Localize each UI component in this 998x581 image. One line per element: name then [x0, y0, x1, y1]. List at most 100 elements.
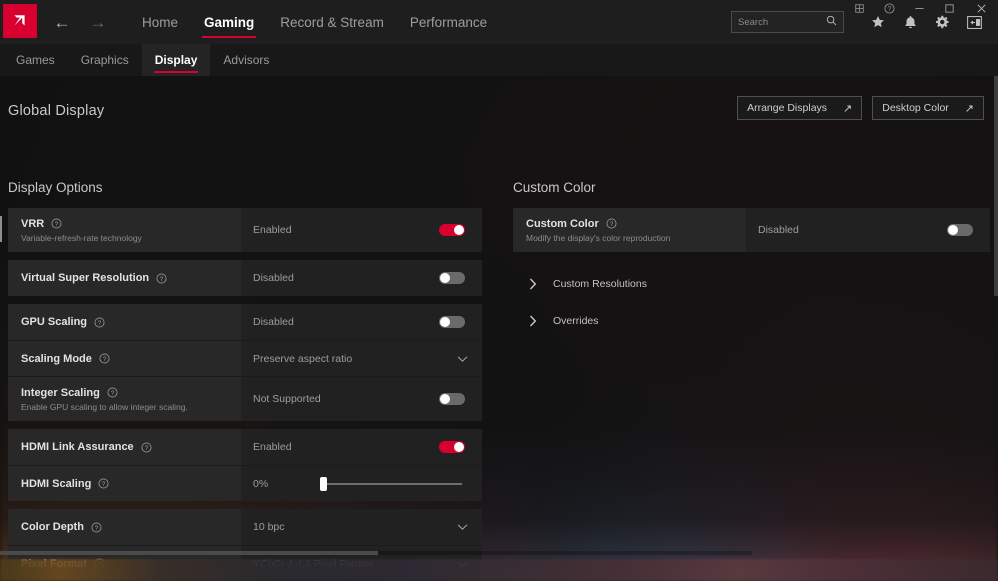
svg-text:?: ? — [160, 275, 164, 282]
maximize-button[interactable] — [934, 0, 964, 17]
horizontal-scrollbar[interactable] — [0, 551, 752, 555]
row-color-depth[interactable]: Color Depth ? 10 bpc — [8, 509, 482, 545]
row-label-cell: HDMI Link Assurance ? — [8, 429, 241, 465]
row-value-cell[interactable]: Preserve aspect ratio — [241, 341, 482, 376]
hdmi-link-assurance-toggle[interactable] — [439, 441, 465, 453]
nav-label: Performance — [409, 14, 488, 30]
hdmi-scaling-value: 0% — [253, 477, 269, 490]
nav-item-gaming[interactable]: Gaming — [191, 0, 267, 44]
vertical-scrollbar-thumb[interactable] — [994, 76, 998, 296]
help-circle-icon[interactable]: ? — [51, 218, 62, 229]
expander-overrides[interactable]: Overrides — [513, 308, 990, 334]
row-value: Enabled — [253, 224, 292, 236]
amd-radeon-logo[interactable] — [3, 4, 37, 38]
help-circle-icon[interactable]: ? — [141, 442, 152, 453]
row-label: Custom Color — [526, 217, 599, 230]
help-circle-icon[interactable]: ? — [94, 317, 105, 328]
row-label-cell: Integer Scaling ? Enable GPU scaling to … — [8, 377, 241, 421]
nav-item-performance[interactable]: Performance — [397, 0, 500, 44]
pin-button[interactable] — [844, 0, 874, 17]
desktop-color-label: Desktop Color — [882, 102, 949, 114]
tab-advisors[interactable]: Advisors — [210, 44, 282, 76]
back-button[interactable]: ← — [51, 11, 73, 33]
desktop-color-button[interactable]: Desktop Color ↗ — [872, 96, 984, 120]
toggle-knob — [454, 442, 464, 452]
virtual-super-resolution-toggle[interactable] — [439, 272, 465, 284]
slider-handle[interactable] — [320, 476, 327, 491]
nav-item-record-stream[interactable]: Record & Stream — [267, 0, 397, 44]
row-sublabel: Enable GPU scaling to allow integer scal… — [21, 401, 188, 412]
row-label-cell: Virtual Super Resolution ? — [8, 260, 241, 296]
help-circle-icon[interactable]: ? — [99, 353, 110, 364]
row-value-cell[interactable]: Disabled — [746, 208, 990, 252]
row-virtual-super-resolution[interactable]: Virtual Super Resolution ? Disabled — [8, 260, 482, 296]
vrr-toggle[interactable] — [439, 224, 465, 236]
tab-games[interactable]: Games — [3, 44, 68, 76]
window-controls: ? — [844, 0, 998, 17]
help-button[interactable]: ? — [874, 0, 904, 17]
svg-text:?: ? — [887, 6, 891, 13]
row-value: Not Supported — [253, 393, 321, 405]
row-value-cell[interactable]: Enabled — [241, 429, 482, 465]
nav-item-home[interactable]: Home — [129, 0, 191, 44]
horizontal-scrollbar-thumb[interactable] — [0, 551, 378, 555]
forward-arrow-icon: → — [89, 12, 107, 32]
svg-text:?: ? — [103, 356, 107, 363]
help-circle-icon[interactable]: ? — [156, 273, 167, 284]
tab-display[interactable]: Display — [141, 44, 211, 76]
row-label: Scaling Mode — [21, 352, 92, 365]
forward-button[interactable]: → — [87, 11, 109, 33]
hdmi-scaling-slider[interactable] — [320, 476, 462, 491]
close-button[interactable] — [964, 0, 998, 17]
row-value-cell[interactable]: Enabled — [241, 208, 482, 252]
scaling-mode-value: Preserve aspect ratio — [253, 352, 353, 365]
row-value-cell[interactable]: Disabled — [241, 304, 482, 340]
row-custom-color[interactable]: Custom Color ? Modify the display's colo… — [513, 208, 990, 252]
row-sublabel: Modify the display's color reproduction — [526, 232, 671, 243]
row-scaling-mode[interactable]: Scaling Mode ? Preserve aspect ratio — [8, 340, 482, 376]
tab-label: Graphics — [80, 53, 129, 67]
chevron-down-icon[interactable] — [457, 355, 468, 362]
integer-scaling-toggle[interactable] — [439, 393, 465, 405]
expander-custom-resolutions[interactable]: Custom Resolutions — [513, 271, 990, 297]
row-hdmi-link-assurance[interactable]: HDMI Link Assurance ? Enabled — [8, 429, 482, 465]
row-integer-scaling[interactable]: Integer Scaling ? Enable GPU scaling to … — [8, 376, 482, 421]
row-label-cell: HDMI Scaling ? — [8, 466, 241, 501]
nav-label: Home — [142, 14, 179, 30]
svg-text:?: ? — [102, 481, 106, 488]
display-option-card: VRR ? Variable-refresh-rate technology E… — [8, 208, 482, 252]
row-label: HDMI Scaling — [21, 477, 92, 490]
row-hdmi-scaling[interactable]: HDMI Scaling ? 0% — [8, 465, 482, 501]
row-vrr[interactable]: VRR ? Variable-refresh-rate technology E… — [8, 208, 482, 252]
external-link-icon: ↗ — [964, 102, 974, 115]
help-circle-icon[interactable]: ? — [98, 478, 109, 489]
custom-color-toggle[interactable] — [947, 224, 973, 236]
arrange-displays-button[interactable]: Arrange Displays ↗ — [737, 96, 863, 120]
bell-icon — [904, 16, 916, 29]
minimize-button[interactable] — [904, 0, 934, 17]
row-value-cell[interactable]: Disabled — [241, 260, 482, 296]
vertical-scrollbar[interactable] — [994, 76, 998, 581]
row-label: Color Depth — [21, 521, 84, 533]
row-sublabel: Variable-refresh-rate technology — [21, 232, 142, 243]
search-input[interactable]: Search — [731, 11, 844, 33]
toggle-knob — [440, 317, 450, 327]
chevron-down-icon[interactable] — [457, 524, 468, 531]
chevron-right-icon — [529, 278, 537, 290]
row-value-cell[interactable]: 10 bpc — [241, 509, 482, 545]
row-gpu-scaling[interactable]: GPU Scaling ? Disabled — [8, 304, 482, 340]
maximize-icon — [944, 4, 954, 13]
help-circle-icon[interactable]: ? — [606, 218, 617, 229]
row-value-cell[interactable]: 0% — [241, 466, 482, 501]
back-arrow-icon: ← — [53, 12, 71, 32]
toggle-knob — [454, 225, 464, 235]
help-circle-icon[interactable]: ? — [107, 387, 118, 398]
gpu-scaling-toggle[interactable] — [439, 316, 465, 328]
row-value-cell[interactable]: Not Supported — [241, 377, 482, 421]
tab-label: Advisors — [223, 53, 270, 67]
tab-graphics[interactable]: Graphics — [68, 44, 142, 76]
slider-track — [320, 482, 462, 485]
external-link-icon: ↗ — [843, 102, 853, 115]
help-circle-icon[interactable]: ? — [91, 522, 102, 533]
